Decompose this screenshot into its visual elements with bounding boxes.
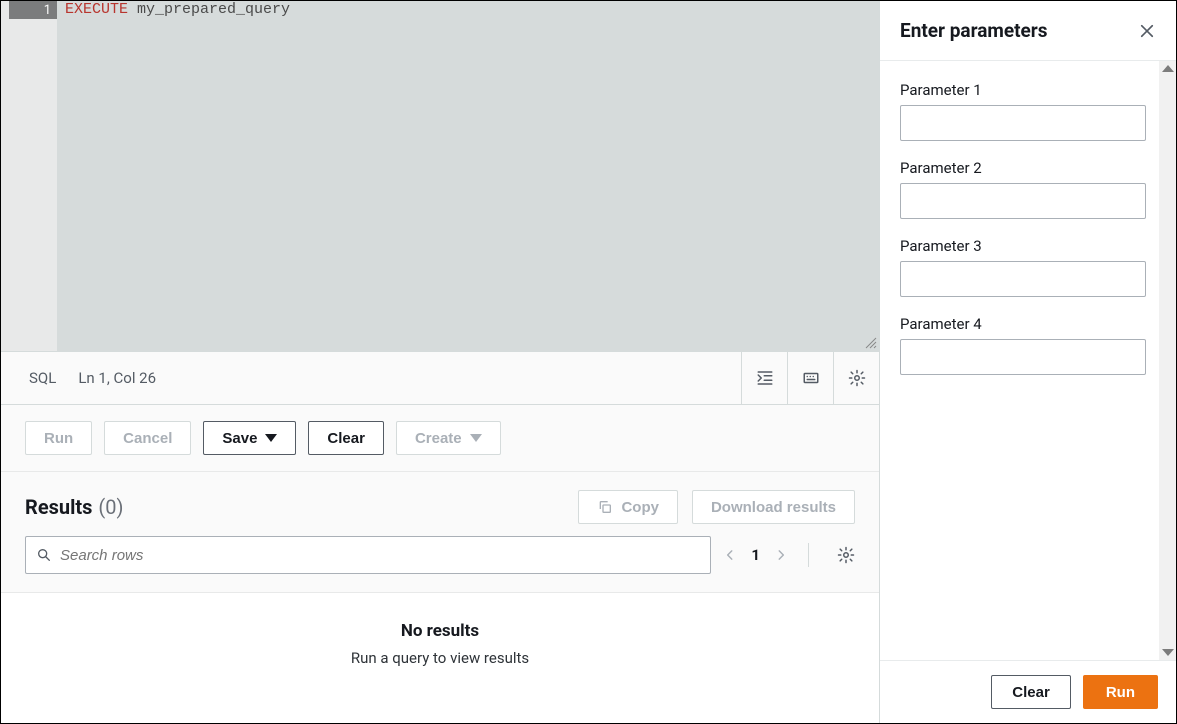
next-page-button[interactable] xyxy=(774,548,788,562)
close-panel-button[interactable] xyxy=(1138,22,1156,40)
empty-subtitle: Run a query to view results xyxy=(351,649,529,667)
sql-identifier: my_prepared_query xyxy=(128,1,290,18)
panel-footer: Clear Run xyxy=(880,660,1176,723)
cancel-button[interactable]: Cancel xyxy=(104,421,191,455)
editor-gutter: 1 xyxy=(1,1,57,351)
keyboard-shortcuts-button[interactable] xyxy=(787,352,833,404)
keyboard-icon xyxy=(802,369,820,387)
results-settings-button[interactable] xyxy=(837,546,855,564)
create-button-label: Create xyxy=(415,430,462,447)
action-toolbar: Run Cancel Save Clear Create xyxy=(1,405,879,472)
chevron-down-icon xyxy=(265,434,277,442)
editor-language: SQL xyxy=(29,369,56,387)
clear-button[interactable]: Clear xyxy=(308,421,384,455)
copy-button-label: Copy xyxy=(621,499,659,516)
chevron-down-icon xyxy=(470,434,482,442)
divider xyxy=(808,543,809,567)
download-results-button[interactable]: Download results xyxy=(692,490,855,524)
parameter-label: Parameter 1 xyxy=(900,81,1146,99)
empty-title: No results xyxy=(401,621,479,641)
query-editor-pane: 1 EXECUTE my_prepared_query SQL Ln 1, Co… xyxy=(1,1,880,723)
save-button[interactable]: Save xyxy=(203,421,296,455)
parameter-group: Parameter 3 xyxy=(900,237,1146,297)
cursor-position: Ln 1, Col 26 xyxy=(78,369,156,387)
parameter-group: Parameter 4 xyxy=(900,315,1146,375)
panel-title: Enter parameters xyxy=(900,19,1048,42)
parameter-group: Parameter 2 xyxy=(900,159,1146,219)
parameter-group: Parameter 1 xyxy=(900,81,1146,141)
format-query-button[interactable] xyxy=(741,352,787,404)
create-button[interactable]: Create xyxy=(396,421,501,455)
search-icon xyxy=(36,547,52,563)
search-rows-input[interactable] xyxy=(52,547,700,564)
current-page: 1 xyxy=(751,546,760,564)
parameter-label: Parameter 4 xyxy=(900,315,1146,333)
panel-header: Enter parameters xyxy=(880,1,1176,61)
indent-icon xyxy=(756,369,774,387)
parameters-panel: Enter parameters Parameter 1 Parameter 2… xyxy=(880,1,1176,723)
panel-clear-button[interactable]: Clear xyxy=(991,675,1071,709)
code-line: EXECUTE my_prepared_query xyxy=(65,1,871,19)
prev-page-button[interactable] xyxy=(723,548,737,562)
scrollbar[interactable] xyxy=(1159,61,1176,660)
parameter-3-input[interactable] xyxy=(900,261,1146,297)
save-button-label: Save xyxy=(222,430,257,447)
gear-icon xyxy=(848,369,866,387)
editor-status-bar: SQL Ln 1, Col 26 xyxy=(1,351,879,405)
panel-run-button[interactable]: Run xyxy=(1083,675,1158,709)
panel-body: Parameter 1 Parameter 2 Parameter 3 Para… xyxy=(880,61,1176,660)
code-surface[interactable]: EXECUTE my_prepared_query xyxy=(57,1,879,351)
results-toolbar: 1 xyxy=(1,536,879,593)
results-count: (0) xyxy=(98,495,123,519)
copy-icon xyxy=(597,499,613,515)
run-button[interactable]: Run xyxy=(25,421,92,455)
parameter-label: Parameter 2 xyxy=(900,159,1146,177)
parameter-2-input[interactable] xyxy=(900,183,1146,219)
parameter-4-input[interactable] xyxy=(900,339,1146,375)
copy-results-button[interactable]: Copy xyxy=(578,490,678,524)
editor-settings-button[interactable] xyxy=(833,352,879,404)
results-empty-state: No results Run a query to view results xyxy=(1,593,879,723)
scroll-up-icon xyxy=(1162,65,1174,72)
sql-keyword: EXECUTE xyxy=(65,1,128,18)
search-rows-box[interactable] xyxy=(25,536,711,574)
code-editor[interactable]: 1 EXECUTE my_prepared_query xyxy=(1,1,879,351)
line-number: 1 xyxy=(9,1,57,19)
parameter-label: Parameter 3 xyxy=(900,237,1146,255)
scroll-down-icon xyxy=(1162,649,1174,656)
results-header: Results (0) Copy Download results xyxy=(1,472,879,536)
results-title: Results xyxy=(25,495,92,519)
pagination: 1 xyxy=(723,543,855,567)
parameter-1-input[interactable] xyxy=(900,105,1146,141)
